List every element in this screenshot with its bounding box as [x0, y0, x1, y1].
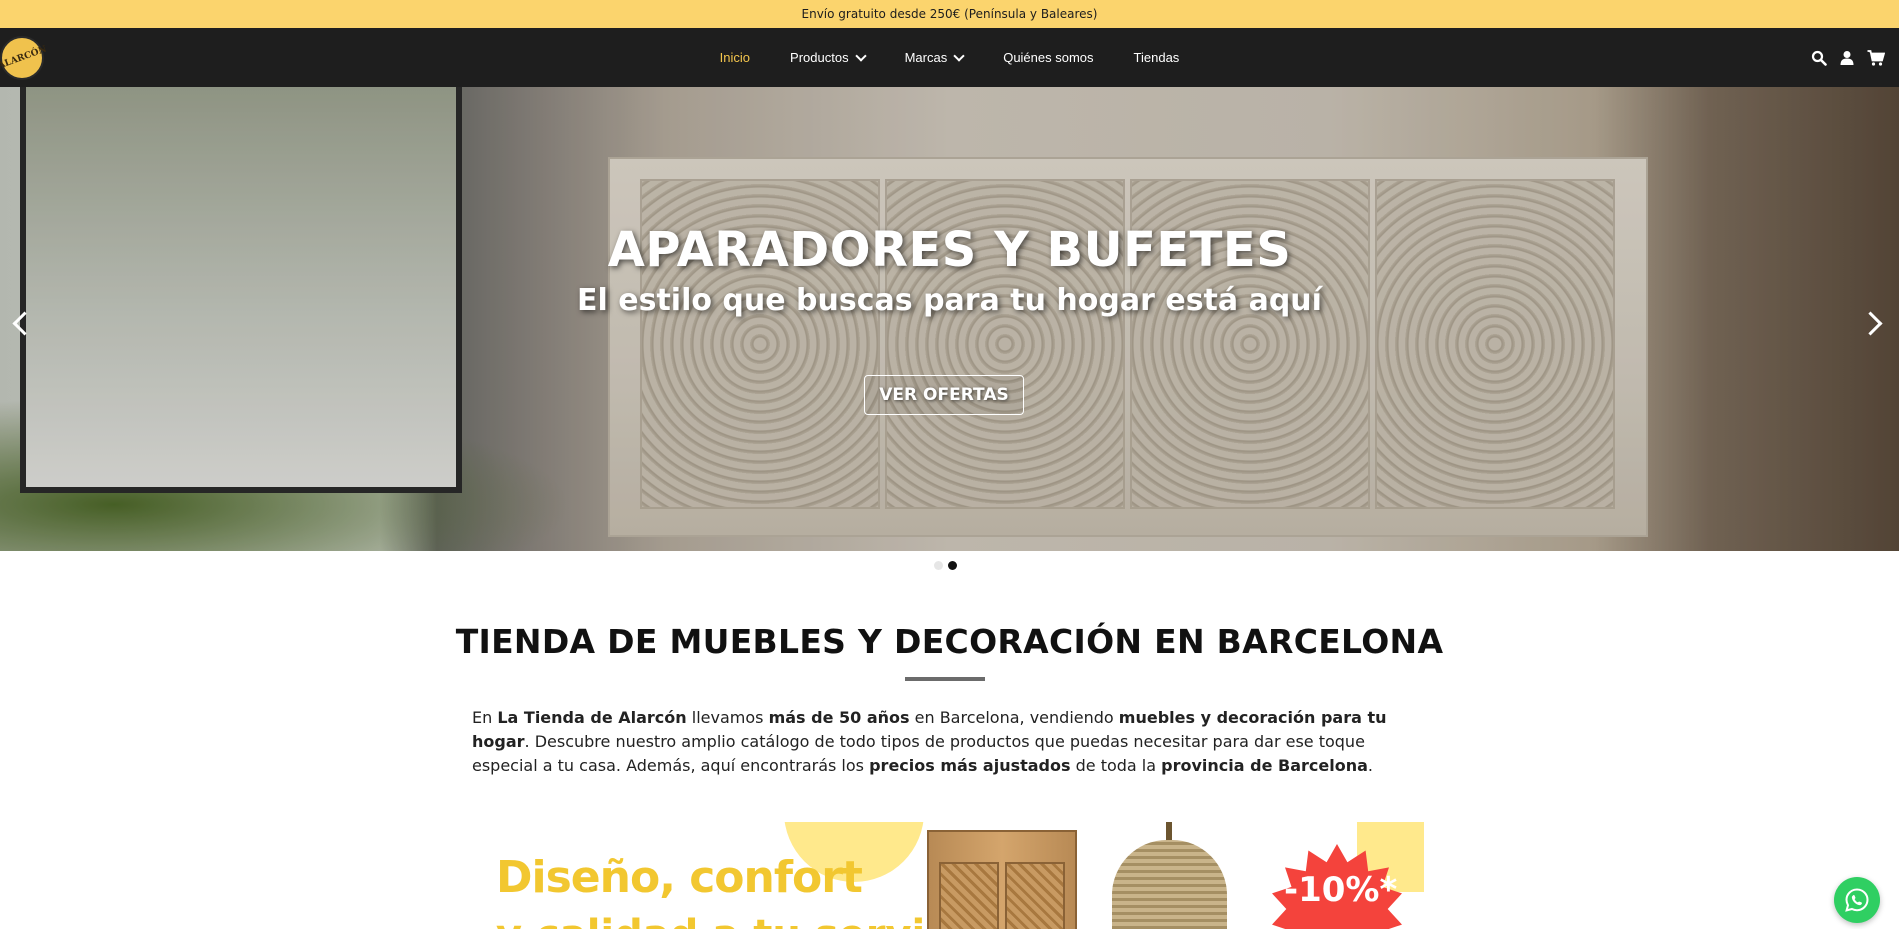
lamp-image: [1102, 822, 1237, 929]
slider-dot-2[interactable]: [948, 561, 957, 570]
main-menu: Inicio Productos Marcas Quiénes somos Ti…: [0, 28, 1899, 87]
main-navbar: ALARCÓN Inicio Productos Marcas Quiénes …: [0, 28, 1899, 87]
logo-text: ALARCÓN: [0, 44, 48, 72]
hero-title: APARADORES Y BUFETES: [607, 222, 1292, 278]
chevron-down-icon: [953, 49, 965, 62]
menu-label: Marcas: [904, 50, 948, 65]
promo-banner[interactable]: Diseño, confort y calidad a tu servicio …: [472, 822, 1424, 929]
shipping-banner: Envío gratuito desde 250€ (Península y B…: [0, 0, 1899, 28]
menu-label: Tiendas: [1133, 50, 1180, 65]
menu-label: Quiénes somos: [1003, 50, 1094, 65]
chevron-down-icon: [854, 49, 867, 62]
intro-paragraph: En La Tienda de Alarcón llevamos más de …: [472, 708, 1387, 775]
slider-dots: [934, 561, 957, 570]
cabinet-door: [1005, 862, 1065, 929]
menu-label: Inicio: [719, 50, 751, 65]
header-icons: [1811, 28, 1886, 87]
slider-dot-1[interactable]: [934, 561, 943, 570]
shipping-text: Envío gratuito desde 250€ (Península y B…: [801, 7, 1098, 21]
menu-item-inicio[interactable]: Inicio: [720, 50, 750, 65]
promo-headline-line2: y calidad a tu servicio: [496, 912, 990, 929]
promo-headline: Diseño, confort: [496, 852, 863, 903]
user-icon[interactable]: [1839, 50, 1855, 66]
lamp-cord: [1166, 822, 1172, 842]
site-logo[interactable]: ALARCÓN: [0, 36, 48, 80]
cabinet-image: [927, 830, 1077, 929]
menu-item-marcas[interactable]: Marcas: [904, 49, 965, 65]
section-title: TIENDA DE MUEBLES Y DECORACIÓN EN BARCEL…: [455, 622, 1444, 661]
cart-icon[interactable]: [1867, 49, 1886, 66]
hero-subtitle: El estilo que buscas para tu hogar está …: [577, 283, 1322, 318]
hero-slider: APARADORES Y BUFETES El estilo que busca…: [0, 87, 1899, 551]
whatsapp-icon: [1845, 888, 1869, 912]
hero-overlay: [0, 87, 1899, 551]
title-divider: [905, 677, 985, 681]
menu-item-productos[interactable]: Productos: [790, 49, 867, 65]
cabinet-door: [939, 862, 999, 929]
menu-item-quienes-somos[interactable]: Quiénes somos: [1003, 50, 1093, 65]
search-icon[interactable]: [1811, 50, 1827, 66]
ver-ofertas-button[interactable]: VER OFERTAS: [864, 375, 1024, 415]
discount-text: -10%*: [1284, 870, 1398, 910]
whatsapp-button[interactable]: [1834, 877, 1880, 923]
menu-label: Productos: [790, 50, 849, 65]
menu-item-tiendas[interactable]: Tiendas: [1134, 50, 1180, 65]
lamp-shade: [1112, 840, 1227, 929]
